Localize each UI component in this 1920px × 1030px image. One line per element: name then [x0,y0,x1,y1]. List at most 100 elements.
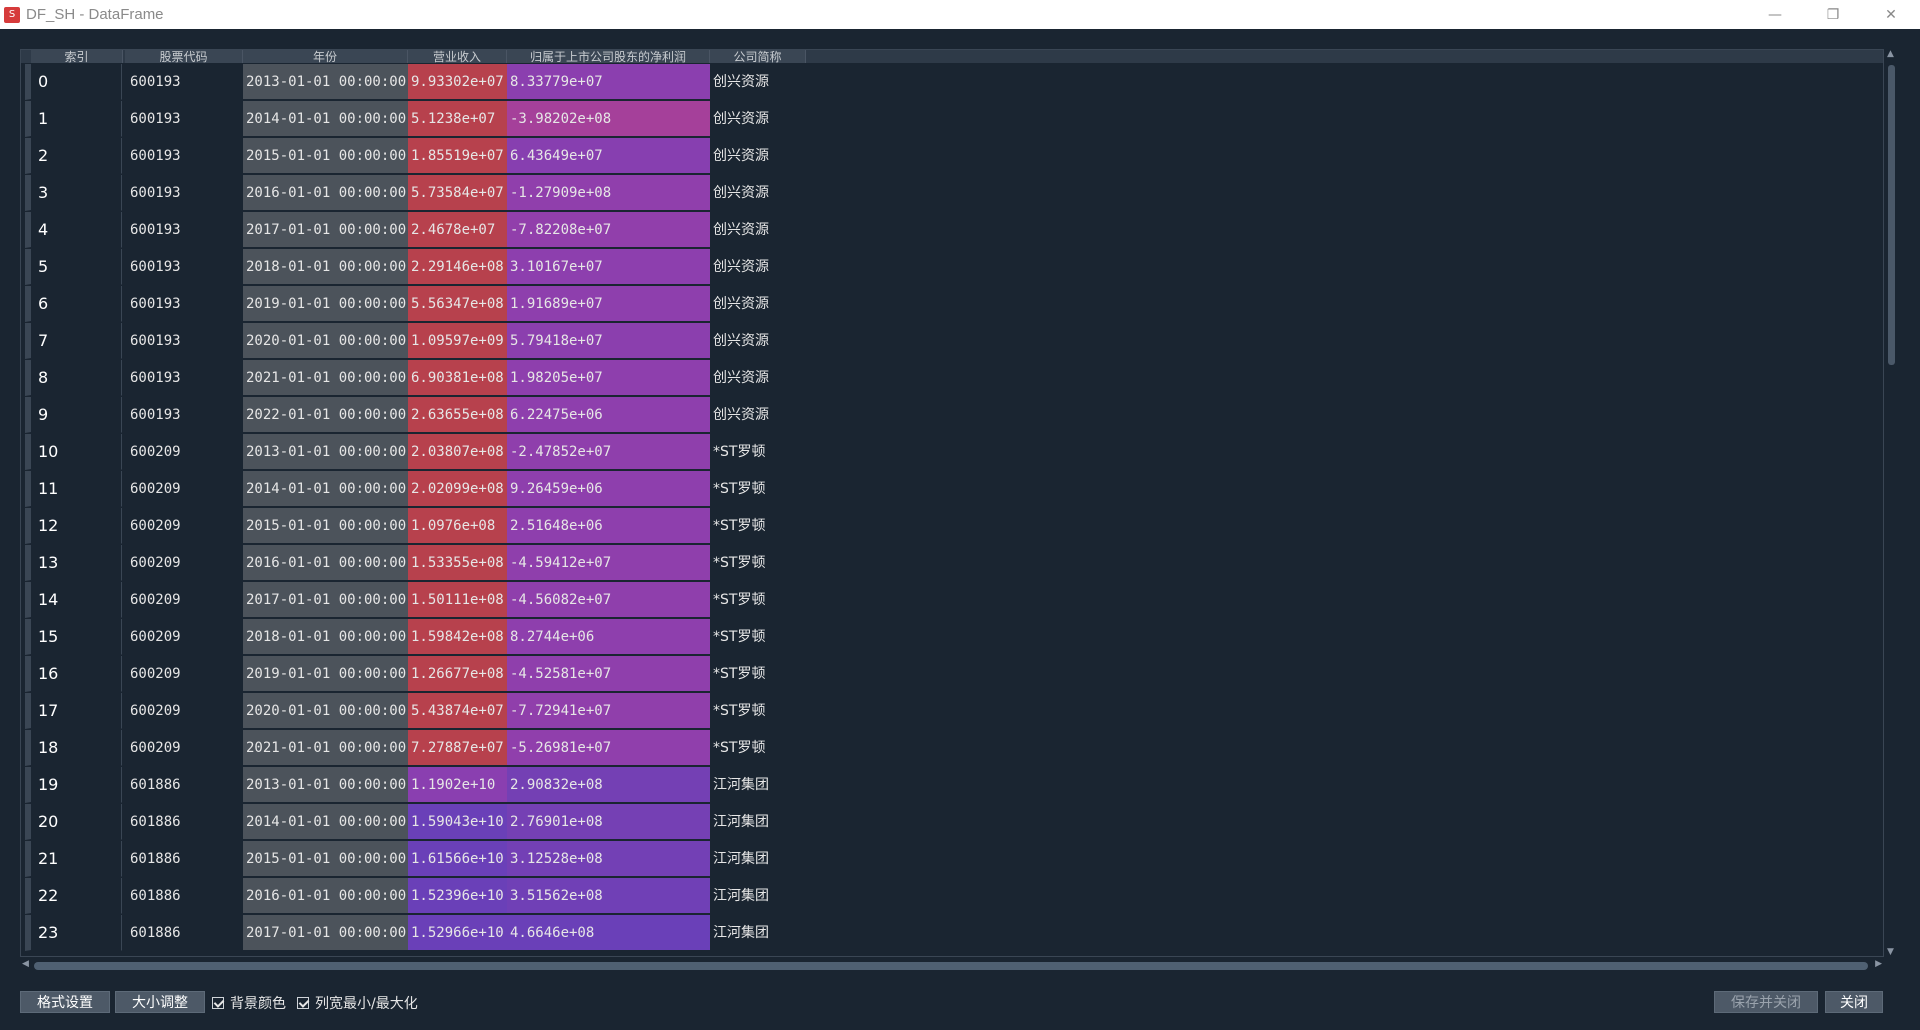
checkbox-checked-icon[interactable] [297,997,309,1009]
cell-company-name[interactable]: *ST罗顿 [710,434,806,470]
cell-year[interactable]: 2017-01-01 00:00:00 [243,582,408,618]
cell-revenue[interactable]: 1.26677e+08 [408,656,507,692]
table-row[interactable]: 6 600193 2019-01-01 00:00:00 5.56347e+08 1.9… [21,286,811,323]
cell-index[interactable]: 0 [25,64,122,100]
cell-index[interactable]: 8 [25,360,122,396]
bg-color-checkbox[interactable]: 背景颜色 [212,993,286,1013]
cell-year[interactable]: 2020-01-01 00:00:00 [243,323,408,359]
cell-stock-code[interactable]: 600193 [125,101,243,137]
cell-year[interactable]: 2015-01-01 00:00:00 [243,138,408,174]
cell-revenue[interactable]: 2.03807e+08 [408,434,507,470]
cell-stock-code[interactable]: 600209 [125,619,243,655]
cell-net-profit[interactable]: -4.52581e+07 [507,656,710,692]
cell-year[interactable]: 2014-01-01 00:00:00 [243,804,408,840]
cell-company-name[interactable]: 创兴资源 [710,175,806,211]
cell-index[interactable]: 22 [25,878,122,914]
cell-stock-code[interactable]: 600193 [125,138,243,174]
scroll-right-icon[interactable]: ▶ [1875,959,1882,969]
cell-company-name[interactable]: *ST罗顿 [710,693,806,729]
cell-year[interactable]: 2013-01-01 00:00:00 [243,64,408,100]
cell-company-name[interactable]: 江河集团 [710,767,806,803]
cell-stock-code[interactable]: 600209 [125,693,243,729]
close-button[interactable]: 关闭 [1825,991,1883,1013]
cell-company-name[interactable]: 江河集团 [710,915,806,951]
cell-revenue[interactable]: 1.1902e+10 [408,767,507,803]
cell-revenue[interactable]: 2.4678e+07 [408,212,507,248]
table-row[interactable]: 22 601886 2016-01-01 00:00:00 1.52396e+10 3.… [21,878,811,915]
cell-year[interactable]: 2019-01-01 00:00:00 [243,286,408,322]
cell-net-profit[interactable]: 5.79418e+07 [507,323,710,359]
cell-revenue[interactable]: 5.73584e+07 [408,175,507,211]
cell-revenue[interactable]: 5.43874e+07 [408,693,507,729]
cell-company-name[interactable]: 创兴资源 [710,323,806,359]
table-row[interactable]: 4 600193 2017-01-01 00:00:00 2.4678e+07 -7.8… [21,212,811,249]
cell-stock-code[interactable]: 600193 [125,286,243,322]
header-stock-code[interactable]: 股票代码 [125,50,243,63]
cell-stock-code[interactable]: 600193 [125,249,243,285]
cell-stock-code[interactable]: 600209 [125,545,243,581]
cell-net-profit[interactable]: 8.33779e+07 [507,64,710,100]
cell-company-name[interactable]: 江河集团 [710,804,806,840]
cell-net-profit[interactable]: -4.56082e+07 [507,582,710,618]
table-row[interactable]: 16 600209 2019-01-01 00:00:00 1.26677e+08 -4… [21,656,811,693]
table-row[interactable]: 20 601886 2014-01-01 00:00:00 1.59043e+10 2.… [21,804,811,841]
cell-stock-code[interactable]: 600209 [125,582,243,618]
table-row[interactable]: 17 600209 2020-01-01 00:00:00 5.43874e+07 -7… [21,693,811,730]
cell-index[interactable]: 18 [25,730,122,766]
cell-company-name[interactable]: *ST罗顿 [710,545,806,581]
header-revenue[interactable]: 营业收入 [408,50,507,63]
cell-index[interactable]: 19 [25,767,122,803]
cell-stock-code[interactable]: 600209 [125,471,243,507]
cell-revenue[interactable]: 1.59842e+08 [408,619,507,655]
cell-year[interactable]: 2013-01-01 00:00:00 [243,434,408,470]
format-settings-button[interactable]: 格式设置 [20,991,110,1013]
cell-revenue[interactable]: 7.27887e+07 [408,730,507,766]
cell-stock-code[interactable]: 601886 [125,841,243,877]
cell-net-profit[interactable]: 1.91689e+07 [507,286,710,322]
cell-year[interactable]: 2021-01-01 00:00:00 [243,360,408,396]
cell-net-profit[interactable]: -3.98202e+08 [507,101,710,137]
cell-stock-code[interactable]: 601886 [125,915,243,951]
cell-stock-code[interactable]: 600209 [125,434,243,470]
cell-revenue[interactable]: 5.56347e+08 [408,286,507,322]
table-row[interactable]: 5 600193 2018-01-01 00:00:00 2.29146e+08 3.1… [21,249,811,286]
cell-index[interactable]: 11 [25,471,122,507]
cell-revenue[interactable]: 1.52396e+10 [408,878,507,914]
header-net-profit[interactable]: 归属于上市公司股东的净利润 [507,50,710,63]
cell-stock-code[interactable]: 600193 [125,360,243,396]
cell-company-name[interactable]: 创兴资源 [710,212,806,248]
cell-company-name[interactable]: 创兴资源 [710,249,806,285]
cell-year[interactable]: 2016-01-01 00:00:00 [243,878,408,914]
cell-revenue[interactable]: 6.90381e+08 [408,360,507,396]
resize-button[interactable]: 大小调整 [115,991,205,1013]
cell-index[interactable]: 12 [25,508,122,544]
cell-stock-code[interactable]: 600193 [125,397,243,433]
table-row[interactable]: 7 600193 2020-01-01 00:00:00 1.09597e+09 5.7… [21,323,811,360]
horizontal-scrollbar[interactable]: ◀ ▶ [20,959,1884,973]
cell-year[interactable]: 2018-01-01 00:00:00 [243,619,408,655]
table-row[interactable]: 0 600193 2013-01-01 00:00:00 9.93302e+07 8.3… [21,64,811,101]
cell-revenue[interactable]: 9.93302e+07 [408,64,507,100]
cell-year[interactable]: 2018-01-01 00:00:00 [243,249,408,285]
cell-revenue[interactable]: 1.09597e+09 [408,323,507,359]
cell-company-name[interactable]: 创兴资源 [710,64,806,100]
cell-year[interactable]: 2022-01-01 00:00:00 [243,397,408,433]
cell-company-name[interactable]: 江河集团 [710,841,806,877]
cell-year[interactable]: 2014-01-01 00:00:00 [243,101,408,137]
cell-net-profit[interactable]: -7.72941e+07 [507,693,710,729]
header-index[interactable]: 索引 [31,50,123,63]
table-row[interactable]: 2 600193 2015-01-01 00:00:00 1.85519e+07 6.4… [21,138,811,175]
cell-net-profit[interactable]: 6.22475e+06 [507,397,710,433]
table-row[interactable]: 10 600209 2013-01-01 00:00:00 2.03807e+08 -2… [21,434,811,471]
cell-stock-code[interactable]: 600209 [125,730,243,766]
save-and-close-button[interactable]: 保存并关闭 [1714,991,1818,1013]
cell-stock-code[interactable]: 601886 [125,878,243,914]
cell-revenue[interactable]: 1.53355e+08 [408,545,507,581]
cell-stock-code[interactable]: 600193 [125,175,243,211]
cell-index[interactable]: 14 [25,582,122,618]
cell-index[interactable]: 7 [25,323,122,359]
cell-index[interactable]: 20 [25,804,122,840]
cell-index[interactable]: 17 [25,693,122,729]
cell-year[interactable]: 2016-01-01 00:00:00 [243,545,408,581]
cell-company-name[interactable]: *ST罗顿 [710,656,806,692]
